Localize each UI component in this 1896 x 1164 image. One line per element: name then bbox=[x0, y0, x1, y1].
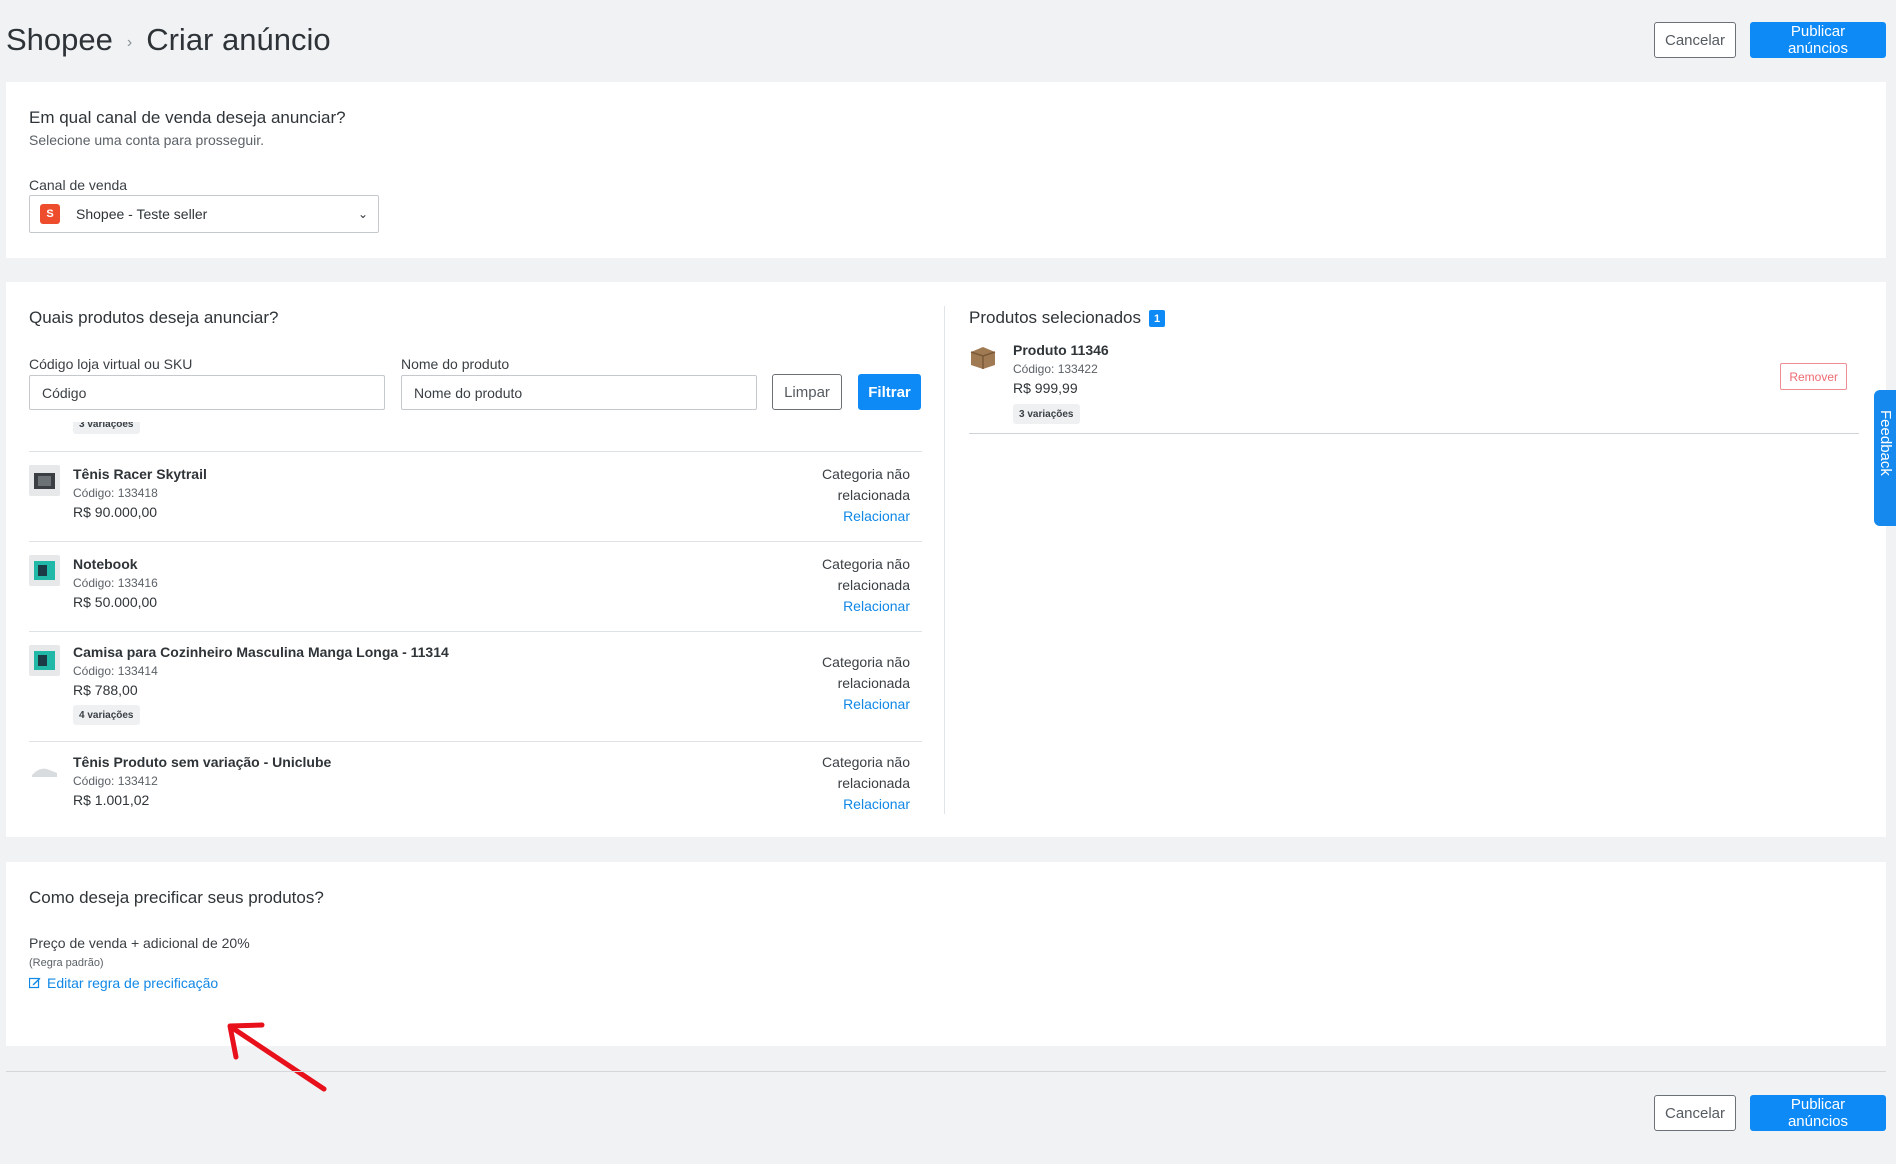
product-name: Camisa para Cozinheiro Masculina Manga L… bbox=[73, 644, 449, 660]
product-code: Código: 133418 bbox=[73, 486, 158, 500]
page-title: Criar anúncio bbox=[146, 22, 331, 57]
channel-field-label: Canal de venda bbox=[29, 177, 128, 193]
selected-product-price: R$ 999,99 bbox=[1013, 380, 1078, 396]
product-list[interactable]: 3 variações Tênis Racer Skytrail Código:… bbox=[29, 422, 929, 814]
list-item[interactable]: 3 variações bbox=[29, 422, 922, 452]
product-code: Código: 133412 bbox=[73, 774, 158, 788]
remove-button[interactable]: Remover bbox=[1780, 363, 1847, 390]
variations-badge: 3 variações bbox=[73, 422, 140, 434]
selected-count-badge: 1 bbox=[1149, 310, 1166, 328]
footer-actions: Cancelar Publicar anúncios bbox=[1654, 1095, 1886, 1131]
relate-link[interactable]: Relacionar bbox=[800, 794, 910, 814]
products-card: Quais produtos deseja anunciar? Código l… bbox=[6, 282, 1886, 837]
product-name: Tênis Racer Skytrail bbox=[73, 466, 207, 482]
relate-link[interactable]: Relacionar bbox=[800, 506, 910, 527]
list-item[interactable]: Notebook Código: 133416 R$ 50.000,00 Cat… bbox=[29, 542, 922, 632]
breadcrumb: Shopee › Criar anúncio bbox=[6, 22, 331, 58]
pricing-rule: Preço de venda + adicional de 20% bbox=[29, 935, 250, 951]
pricing-rule-note: (Regra padrão) bbox=[29, 957, 104, 969]
channel-title: Em qual canal de venda deseja anunciar? bbox=[29, 108, 346, 127]
box-thumbnail-icon bbox=[970, 347, 996, 369]
selected-item: Produto 11346 Código: 133422 R$ 999,99 3… bbox=[969, 342, 1859, 434]
category-line1: Categoria não bbox=[822, 556, 910, 572]
header-actions: Cancelar Publicar anúncios bbox=[1654, 22, 1886, 58]
code-input[interactable] bbox=[29, 375, 385, 410]
selected-title-text: Produtos selecionados bbox=[969, 308, 1142, 327]
category-line1: Categoria não bbox=[822, 754, 910, 770]
category-status: Categoria não relacionada Relacionar bbox=[800, 752, 910, 814]
cancel-button[interactable]: Cancelar bbox=[1654, 22, 1736, 58]
sneaker-thumbnail-icon bbox=[29, 755, 60, 786]
channel-select[interactable]: S Shopee - Teste seller ⌄ bbox=[29, 195, 379, 233]
edit-icon bbox=[29, 977, 41, 989]
product-price: R$ 90.000,00 bbox=[73, 504, 158, 520]
category-line1: Categoria não bbox=[822, 654, 910, 670]
shopee-logo-icon: S bbox=[40, 204, 60, 224]
shirt-thumbnail-icon bbox=[29, 645, 60, 676]
top-bar: Shopee › Criar anúncio Cancelar Publicar… bbox=[6, 18, 1886, 62]
edit-pricing-label: Editar regra de precificação bbox=[47, 975, 219, 991]
variations-badge: 3 variações bbox=[1013, 404, 1080, 424]
feedback-label: Feedback bbox=[1877, 410, 1894, 476]
relate-link[interactable]: Relacionar bbox=[800, 694, 910, 715]
products-title: Quais produtos deseja anunciar? bbox=[29, 308, 279, 327]
category-status: Categoria não relacionada Relacionar bbox=[800, 464, 910, 527]
footer-publish-button[interactable]: Publicar anúncios bbox=[1750, 1095, 1886, 1131]
channel-subtitle: Selecione uma conta para prosseguir. bbox=[29, 132, 265, 148]
clear-button[interactable]: Limpar bbox=[772, 374, 842, 410]
category-line2: relacionada bbox=[837, 775, 910, 791]
shoe-thumbnail-icon bbox=[29, 465, 60, 496]
list-item[interactable]: Camisa para Cozinheiro Masculina Manga L… bbox=[29, 632, 922, 742]
selected-title: Produtos selecionados 1 bbox=[969, 308, 1166, 328]
pricing-title: Como deseja precificar seus produtos? bbox=[29, 888, 324, 907]
category-status: Categoria não relacionada Relacionar bbox=[800, 554, 910, 617]
annotation-arrow-icon bbox=[227, 1022, 327, 1092]
selected-product-code: Código: 133422 bbox=[1013, 362, 1098, 376]
product-name: Notebook bbox=[73, 556, 138, 572]
footer-divider bbox=[6, 1071, 1886, 1072]
breadcrumb-root[interactable]: Shopee bbox=[6, 22, 113, 58]
relate-link[interactable]: Relacionar bbox=[800, 596, 910, 617]
product-name: Tênis Produto sem variação - Uniclube bbox=[73, 754, 332, 770]
filter-button[interactable]: Filtrar bbox=[858, 374, 921, 410]
product-code: Código: 133414 bbox=[73, 664, 158, 678]
product-price: R$ 50.000,00 bbox=[73, 594, 158, 610]
variations-badge: 4 variações bbox=[73, 705, 140, 725]
channel-card: Em qual canal de venda deseja anunciar? … bbox=[6, 82, 1886, 258]
category-line2: relacionada bbox=[837, 487, 910, 503]
column-divider bbox=[944, 306, 945, 814]
category-status: Categoria não relacionada Relacionar bbox=[800, 652, 910, 715]
product-price: R$ 1.001,02 bbox=[73, 792, 150, 808]
product-price: R$ 788,00 bbox=[73, 682, 138, 698]
code-label: Código loja virtual ou SKU bbox=[29, 356, 193, 372]
notebook-thumbnail-icon bbox=[29, 555, 60, 586]
list-item[interactable]: Tênis Produto sem variação - Uniclube Có… bbox=[29, 742, 922, 814]
list-item[interactable]: Tênis Racer Skytrail Código: 133418 R$ 9… bbox=[29, 452, 922, 542]
edit-pricing-link[interactable]: Editar regra de precificação bbox=[29, 975, 218, 991]
category-line1: Categoria não bbox=[822, 466, 910, 482]
footer-cancel-button[interactable]: Cancelar bbox=[1654, 1095, 1736, 1131]
chevron-right-icon: › bbox=[126, 34, 133, 51]
product-code: Código: 133416 bbox=[73, 576, 158, 590]
feedback-tab[interactable]: Feedback bbox=[1874, 390, 1896, 526]
category-line2: relacionada bbox=[837, 675, 910, 691]
category-line2: relacionada bbox=[837, 577, 910, 593]
selected-product-name: Produto 11346 bbox=[1013, 342, 1109, 358]
publish-button[interactable]: Publicar anúncios bbox=[1750, 22, 1886, 58]
channel-select-value: Shopee - Teste seller bbox=[76, 206, 208, 222]
name-input[interactable] bbox=[401, 375, 757, 410]
name-label: Nome do produto bbox=[401, 356, 510, 372]
chevron-down-icon: ⌄ bbox=[357, 207, 368, 221]
